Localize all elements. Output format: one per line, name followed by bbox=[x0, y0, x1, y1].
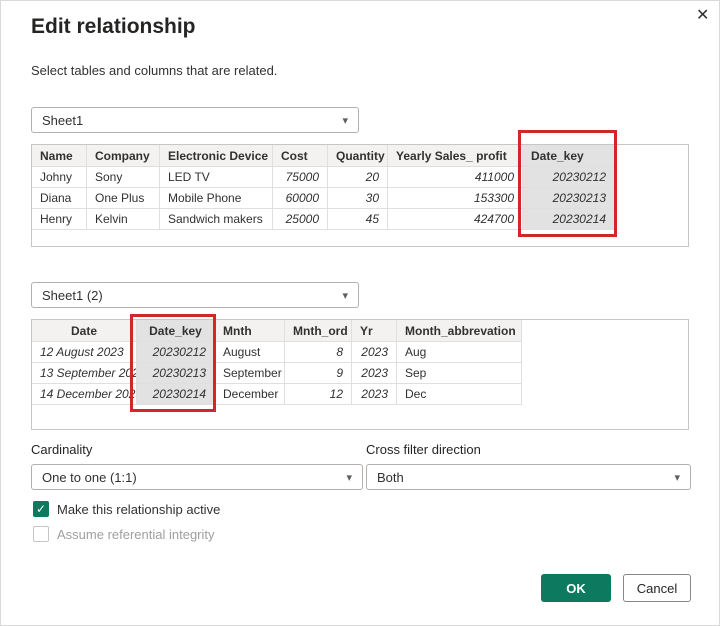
table1-cell[interactable]: Henry bbox=[32, 209, 87, 230]
table2-cell-selected[interactable]: 20230214 bbox=[137, 384, 215, 405]
check-icon: ✓ bbox=[36, 503, 46, 515]
table1-selector[interactable]: Sheet1 ▾ bbox=[31, 107, 359, 133]
table1-cell[interactable]: Sony bbox=[87, 167, 160, 188]
dialog-subtitle: Select tables and columns that are relat… bbox=[31, 63, 277, 78]
table2-col-mnth-ord[interactable]: Mnth_ord bbox=[285, 320, 352, 342]
table1-cell[interactable]: Kelvin bbox=[87, 209, 160, 230]
ok-button[interactable]: OK bbox=[541, 574, 611, 602]
chevron-down-icon: ▾ bbox=[346, 471, 352, 484]
table2-cell[interactable]: Dec bbox=[397, 384, 522, 405]
table2-cell[interactable]: Sep bbox=[397, 363, 522, 384]
cross-filter-dropdown[interactable]: Both ▾ bbox=[366, 464, 691, 490]
table1-cell[interactable]: 45 bbox=[328, 209, 388, 230]
table1-cell-selected[interactable]: 20230212 bbox=[523, 167, 615, 188]
table1-cell-selected[interactable]: 20230213 bbox=[523, 188, 615, 209]
table1-cell[interactable]: Diana bbox=[32, 188, 87, 209]
close-icon[interactable]: ✕ bbox=[696, 5, 709, 25]
checkbox-referential-integrity[interactable] bbox=[33, 526, 49, 542]
checkbox-make-active-label: Make this relationship active bbox=[57, 502, 220, 517]
table1-col-cost[interactable]: Cost bbox=[273, 145, 328, 167]
table1-container: Name Company Electronic Device Cost Quan… bbox=[31, 144, 689, 247]
table2-col-month-abbrevation[interactable]: Month_abbrevation bbox=[397, 320, 522, 342]
checkbox-referential-integrity-label: Assume referential integrity bbox=[57, 527, 215, 542]
table1-selector-value: Sheet1 bbox=[42, 113, 83, 128]
chevron-down-icon: ▾ bbox=[342, 289, 348, 302]
table1-cell-selected[interactable]: 20230214 bbox=[523, 209, 615, 230]
table1-cell[interactable]: 30 bbox=[328, 188, 388, 209]
table1-row-filler bbox=[615, 209, 688, 230]
table1-row-filler bbox=[615, 167, 688, 188]
table1: Name Company Electronic Device Cost Quan… bbox=[32, 145, 688, 230]
table2-cell[interactable]: 13 September 2023 bbox=[32, 363, 137, 384]
table1-cell[interactable]: Sandwich makers bbox=[160, 209, 273, 230]
table1-cell[interactable]: Mobile Phone bbox=[160, 188, 273, 209]
table1-cell[interactable]: 60000 bbox=[273, 188, 328, 209]
table2-cell[interactable]: 2023 bbox=[352, 384, 397, 405]
table2-cell-selected[interactable]: 20230212 bbox=[137, 342, 215, 363]
table1-header-filler bbox=[615, 145, 688, 167]
table2-selector-value: Sheet1 (2) bbox=[42, 288, 103, 303]
table2-cell[interactable]: 8 bbox=[285, 342, 352, 363]
table2-cell[interactable]: September bbox=[215, 363, 285, 384]
table2: Date Date_key Mnth Mnth_ord Yr Month_abb… bbox=[32, 320, 688, 405]
table1-cell[interactable]: 75000 bbox=[273, 167, 328, 188]
cross-filter-label: Cross filter direction bbox=[366, 442, 481, 457]
table1-cell[interactable]: 153300 bbox=[388, 188, 523, 209]
table2-cell[interactable]: 12 bbox=[285, 384, 352, 405]
cardinality-label: Cardinality bbox=[31, 442, 92, 457]
table2-header-filler bbox=[522, 320, 688, 342]
table1-cell[interactable]: 20 bbox=[328, 167, 388, 188]
table2-cell[interactable]: 2023 bbox=[352, 342, 397, 363]
table2-cell[interactable]: Aug bbox=[397, 342, 522, 363]
table1-cell[interactable]: One Plus bbox=[87, 188, 160, 209]
chevron-down-icon: ▾ bbox=[342, 114, 348, 127]
cancel-button[interactable]: Cancel bbox=[623, 574, 691, 602]
table2-cell[interactable]: August bbox=[215, 342, 285, 363]
referential-integrity-option: Assume referential integrity bbox=[33, 526, 215, 542]
table2-row-filler bbox=[522, 384, 688, 405]
table2-selector[interactable]: Sheet1 (2) ▾ bbox=[31, 282, 359, 308]
table1-cell[interactable]: 411000 bbox=[388, 167, 523, 188]
table2-cell[interactable]: 2023 bbox=[352, 363, 397, 384]
table2-cell[interactable]: 14 December 2023 bbox=[32, 384, 137, 405]
cross-filter-value: Both bbox=[377, 470, 404, 485]
table1-col-quantity[interactable]: Quantity bbox=[328, 145, 388, 167]
table1-cell[interactable]: 25000 bbox=[273, 209, 328, 230]
edit-relationship-dialog: ✕ Edit relationship Select tables and co… bbox=[0, 0, 720, 626]
table1-col-name[interactable]: Name bbox=[32, 145, 87, 167]
cardinality-dropdown[interactable]: One to one (1:1) ▾ bbox=[31, 464, 363, 490]
checkbox-make-active[interactable]: ✓ bbox=[33, 501, 49, 517]
table1-col-electronic-device[interactable]: Electronic Device bbox=[160, 145, 273, 167]
table2-row-filler bbox=[522, 342, 688, 363]
table2-container: Date Date_key Mnth Mnth_ord Yr Month_abb… bbox=[31, 319, 689, 430]
table2-cell-selected[interactable]: 20230213 bbox=[137, 363, 215, 384]
table1-cell[interactable]: 424700 bbox=[388, 209, 523, 230]
dialog-title: Edit relationship bbox=[31, 15, 196, 39]
table2-row-filler bbox=[522, 363, 688, 384]
table1-cell[interactable]: Johny bbox=[32, 167, 87, 188]
active-relationship-option: ✓ Make this relationship active bbox=[33, 501, 220, 517]
table1-cell[interactable]: LED TV bbox=[160, 167, 273, 188]
table2-cell[interactable]: 9 bbox=[285, 363, 352, 384]
table2-col-date[interactable]: Date bbox=[32, 320, 137, 342]
chevron-down-icon: ▾ bbox=[674, 471, 680, 484]
table1-col-date-key[interactable]: Date_key bbox=[523, 145, 615, 167]
table2-col-mnth[interactable]: Mnth bbox=[215, 320, 285, 342]
table2-cell[interactable]: 12 August 2023 bbox=[32, 342, 137, 363]
table2-col-yr[interactable]: Yr bbox=[352, 320, 397, 342]
table1-col-company[interactable]: Company bbox=[87, 145, 160, 167]
table1-col-yearly-sales-profit[interactable]: Yearly Sales_ profit bbox=[388, 145, 523, 167]
table1-row-filler bbox=[615, 188, 688, 209]
table2-cell[interactable]: December bbox=[215, 384, 285, 405]
table2-col-date-key[interactable]: Date_key bbox=[137, 320, 215, 342]
cardinality-value: One to one (1:1) bbox=[42, 470, 137, 485]
